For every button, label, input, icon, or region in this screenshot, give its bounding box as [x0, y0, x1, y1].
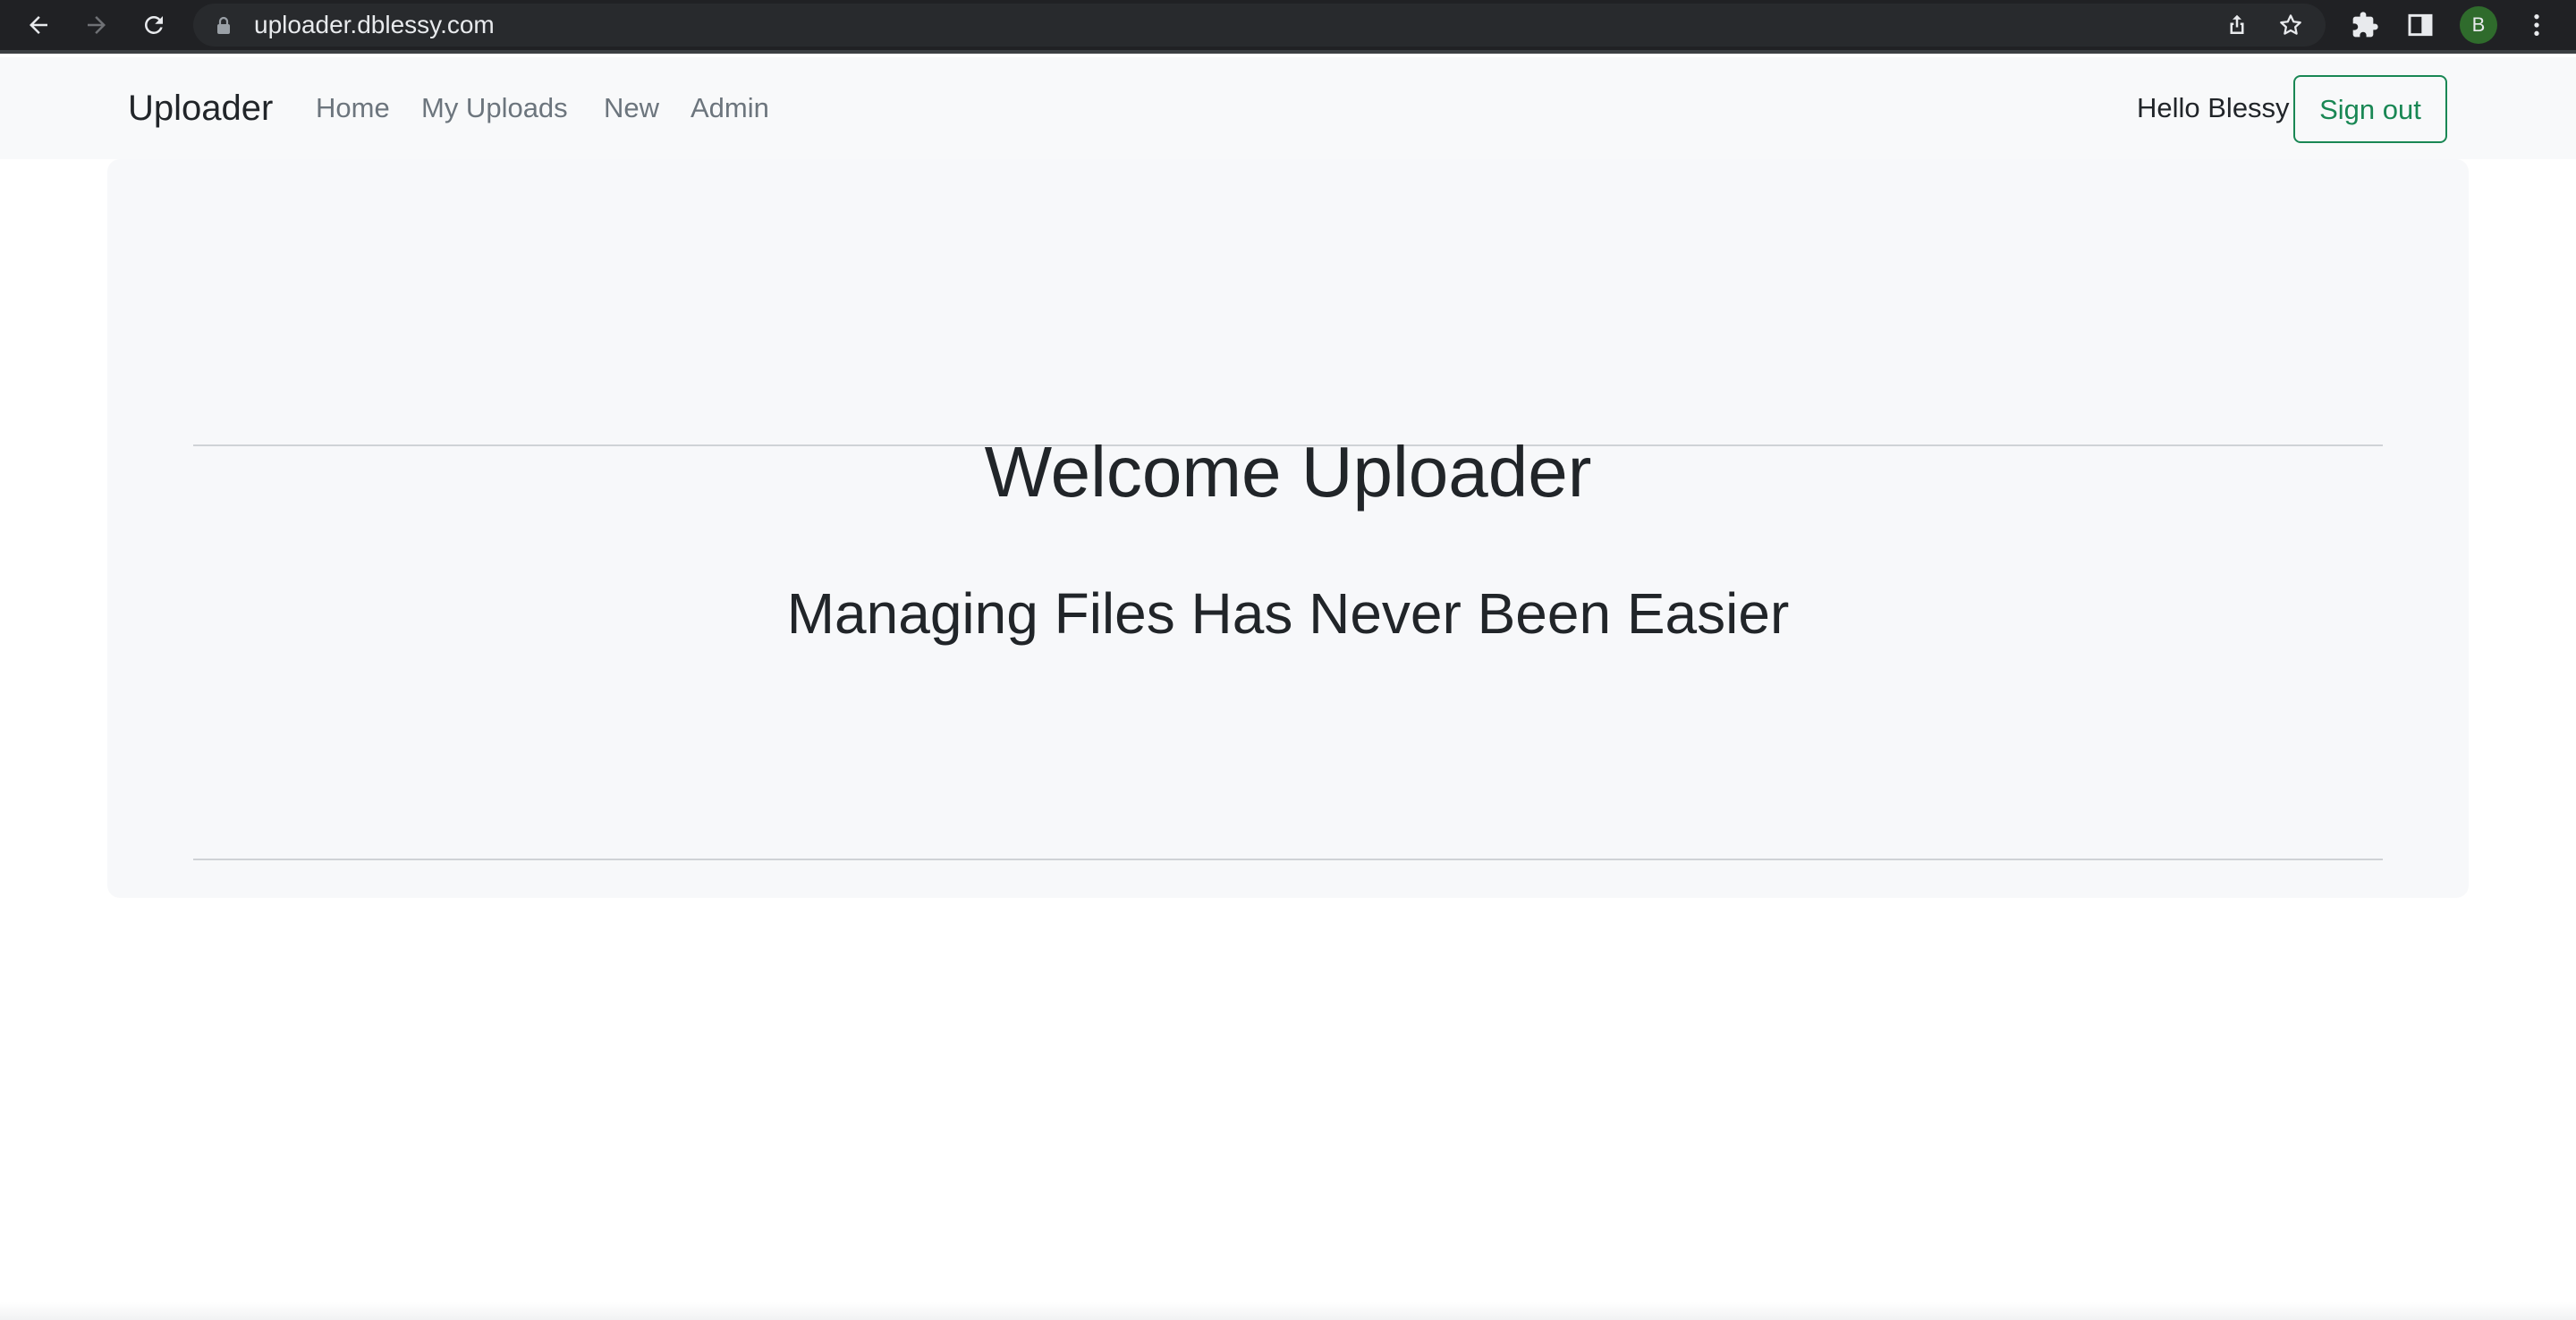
page-bottom-edge — [0, 1302, 2576, 1320]
site-navbar: Uploader Home My Uploads New Admin Hello… — [0, 57, 2576, 159]
user-greeting: Hello Blessy — [2137, 92, 2290, 123]
star-icon[interactable] — [2277, 12, 2304, 38]
puzzle-icon[interactable] — [2351, 11, 2379, 39]
brand-link[interactable]: Uploader — [128, 57, 273, 159]
lock-icon[interactable] — [215, 16, 233, 36]
url-text[interactable]: uploader.dblessy.com — [254, 4, 495, 47]
address-bar[interactable]: uploader.dblessy.com — [193, 4, 2326, 47]
reload-icon[interactable] — [136, 7, 172, 43]
nav-link-home[interactable]: Home — [316, 57, 390, 159]
browser-toolbar: uploader.dblessy.com B — [0, 0, 2576, 54]
forward-arrow-icon[interactable] — [79, 7, 114, 43]
kebab-menu-icon[interactable] — [2522, 11, 2551, 39]
hero-title: Welcome Uploader — [984, 432, 1592, 512]
side-panel-icon[interactable] — [2406, 11, 2435, 39]
nav-link-admin[interactable]: Admin — [691, 57, 769, 159]
sign-out-button[interactable]: Sign out — [2293, 75, 2447, 143]
bottom-divider — [193, 859, 2383, 860]
back-arrow-icon[interactable] — [21, 7, 56, 43]
hero-subtitle: Managing Files Has Never Been Easier — [786, 581, 1790, 646]
nav-link-new[interactable]: New — [604, 57, 659, 159]
nav-link-my-uploads[interactable]: My Uploads — [421, 57, 568, 159]
welcome-hero: Welcome Uploader Managing Files Has Neve… — [107, 159, 2469, 898]
share-icon[interactable] — [2224, 12, 2250, 38]
profile-avatar[interactable]: B — [2460, 6, 2497, 44]
